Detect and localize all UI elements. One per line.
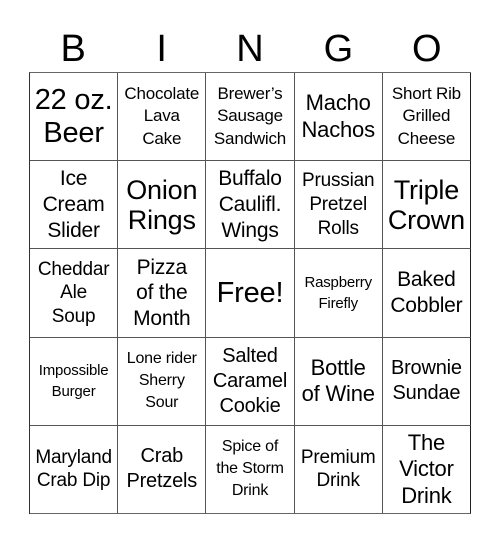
cell-label: Maryland Crab Dip xyxy=(35,446,112,492)
bingo-cell-i1[interactable]: Chocolate Lava Cake xyxy=(118,73,207,162)
cell-label: Lone rider Sherry Sour xyxy=(126,350,197,412)
free-space-label: Free! xyxy=(216,276,284,309)
bingo-cell-n3-free-space[interactable]: Free! xyxy=(206,249,295,338)
header-letter-b: B xyxy=(60,28,86,70)
bingo-cell-g2[interactable]: Prussian Pretzel Rolls xyxy=(294,161,383,250)
cell-label: Baked Cobbler xyxy=(390,268,463,317)
cell-label: Chocolate Lava Cake xyxy=(124,83,200,148)
bingo-cell-b1[interactable]: 22 oz. Beer xyxy=(30,73,119,162)
cell-label: Macho Nachos xyxy=(301,90,375,142)
cell-label: 22 oz. Beer xyxy=(34,84,113,149)
cell-label: Bottle of Wine xyxy=(301,354,375,407)
cell-label: Pizza of the Month xyxy=(133,255,191,330)
cell-label: Buffalo Caulifl. Wings xyxy=(218,167,282,242)
header-letter-g: G xyxy=(323,28,354,70)
cell-label: Prussian Pretzel Rolls xyxy=(302,170,375,239)
bingo-cell-n5[interactable]: Spice of the Storm Drink xyxy=(206,425,295,514)
cell-label: Spice of the Storm Drink xyxy=(216,438,284,500)
bingo-cell-g5[interactable]: Premium Drink xyxy=(294,425,383,514)
header-letter-i: I xyxy=(156,28,167,70)
bingo-cell-n4[interactable]: Salted Caramel Cookie xyxy=(206,337,295,426)
cell-label: Brewer’s Sausage Sandwich xyxy=(213,83,287,148)
bingo-cell-o1[interactable]: Short Rib Grilled Cheese xyxy=(382,73,471,162)
bingo-cell-o4[interactable]: Brownie Sundae xyxy=(382,337,471,426)
cell-label: Short Rib Grilled Cheese xyxy=(391,83,461,148)
bingo-cell-o3[interactable]: Baked Cobbler xyxy=(382,249,471,338)
bingo-cell-o5[interactable]: The Victor Drink xyxy=(382,425,471,514)
bingo-cell-n1[interactable]: Brewer’s Sausage Sandwich xyxy=(206,73,295,162)
bingo-cell-i3[interactable]: Pizza of the Month xyxy=(118,249,207,338)
cell-label: Onion Rings xyxy=(126,174,198,235)
cell-label: Raspberry Firefly xyxy=(304,273,372,312)
bingo-cell-o2[interactable]: Triple Crown xyxy=(382,161,471,250)
cell-label: The Victor Drink xyxy=(399,429,454,508)
cell-label: Salted Caramel Cookie xyxy=(212,344,288,417)
bingo-cell-b2[interactable]: Ice Cream Slider xyxy=(30,161,119,250)
bingo-cell-i2[interactable]: Onion Rings xyxy=(118,161,207,250)
bingo-cell-g4[interactable]: Bottle of Wine xyxy=(294,337,383,426)
bingo-cell-i5[interactable]: Crab Pretzels xyxy=(118,425,207,514)
cell-label: Ice Cream Slider xyxy=(42,167,105,242)
header-letter-n: N xyxy=(236,28,264,70)
cell-label: Brownie Sundae xyxy=(390,357,462,405)
bingo-cell-n2[interactable]: Buffalo Caulifl. Wings xyxy=(206,161,295,250)
bingo-cell-g3[interactable]: Raspberry Firefly xyxy=(294,249,383,338)
cell-label: Crab Pretzels xyxy=(126,445,198,493)
bingo-cell-b4[interactable]: Impossible Burger xyxy=(30,337,119,426)
cell-label: Premium Drink xyxy=(300,446,376,492)
bingo-cell-i4[interactable]: Lone rider Sherry Sour xyxy=(118,337,207,426)
cell-label: Triple Crown xyxy=(387,174,465,235)
cell-label: Impossible Burger xyxy=(38,361,109,401)
header-letter-o: O xyxy=(412,28,442,70)
bingo-header: B I N G O xyxy=(29,27,471,71)
bingo-board: 22 oz. Beer Chocolate Lava Cake Brewer’s… xyxy=(29,72,471,514)
bingo-cell-b3[interactable]: Cheddar Ale Soup xyxy=(30,249,119,338)
cell-label: Cheddar Ale Soup xyxy=(37,258,110,327)
bingo-cell-g1[interactable]: Macho Nachos xyxy=(294,73,383,162)
bingo-cell-b5[interactable]: Maryland Crab Dip xyxy=(30,425,119,514)
